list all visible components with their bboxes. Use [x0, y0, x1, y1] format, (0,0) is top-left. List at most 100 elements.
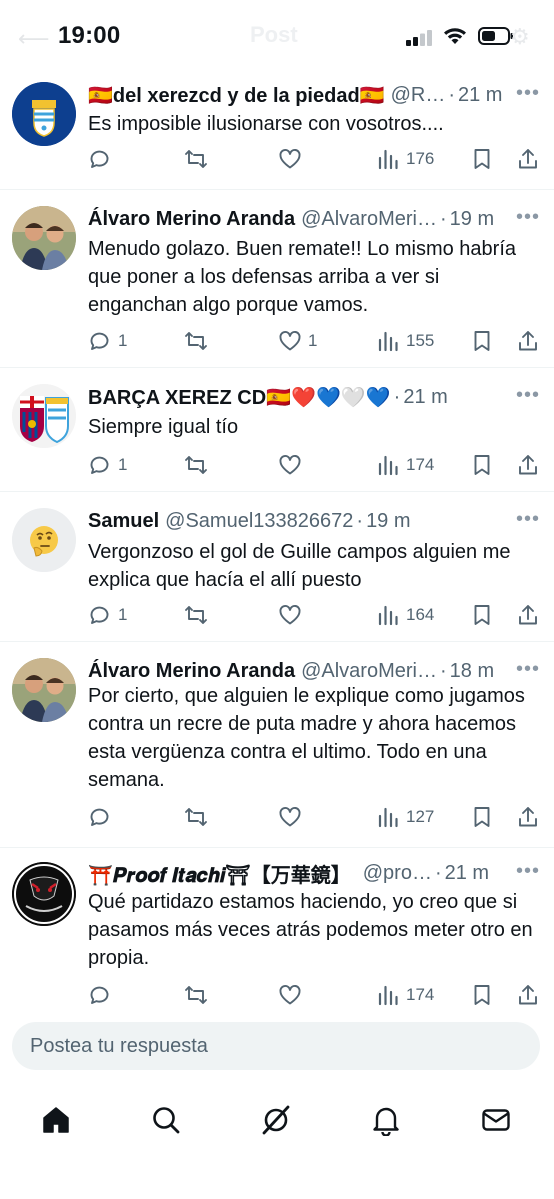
itachi-avatar[interactable]: [12, 862, 76, 926]
views-button[interactable]: 155: [376, 326, 434, 356]
reply-button[interactable]: [88, 802, 118, 832]
separator-dot: ·: [448, 83, 455, 106]
nav-search[interactable]: [146, 1100, 186, 1140]
views-button[interactable]: 164: [376, 600, 434, 630]
more-options-icon[interactable]: •••: [516, 860, 540, 883]
share-button[interactable]: [516, 802, 540, 832]
like-button[interactable]: [278, 600, 308, 630]
nav-notifications[interactable]: [366, 1100, 406, 1140]
separator-dot: ·: [393, 385, 401, 408]
display-name[interactable]: Álvaro Merino Aranda: [88, 660, 295, 683]
heart-icon: [279, 985, 301, 1005]
bookmark-button[interactable]: [470, 450, 494, 480]
tweet[interactable]: Álvaro Merino Aranda @AlvaroMeri… · 19 m…: [0, 190, 554, 368]
handle[interactable]: @AlvaroMeri…: [301, 208, 437, 231]
tweet-actions: 1 164: [88, 600, 542, 630]
timestamp[interactable]: 19 m: [366, 510, 410, 533]
like-button[interactable]: [278, 450, 308, 480]
repost-button[interactable]: [184, 600, 214, 630]
nav-grok[interactable]: [256, 1100, 296, 1140]
tweet-actions: 176: [88, 144, 542, 174]
share-button[interactable]: [516, 980, 540, 1008]
timestamp[interactable]: 21 m: [458, 84, 502, 107]
two-people-photo-avatar[interactable]: [12, 206, 76, 270]
more-options-icon[interactable]: •••: [516, 82, 540, 105]
reply-icon: [90, 606, 109, 624]
tweet-header: Álvaro Merino Aranda @AlvaroMeri… · 19 m: [88, 204, 544, 234]
bookmark-button[interactable]: [470, 600, 494, 630]
share-button[interactable]: [516, 450, 540, 480]
repost-button[interactable]: [184, 802, 214, 832]
nav-messages[interactable]: [476, 1100, 516, 1140]
reply-input[interactable]: [12, 1022, 540, 1070]
reply-icon: [90, 332, 109, 350]
barca-xerez-crest-avatar[interactable]: [12, 384, 76, 448]
bookmark-icon: [474, 807, 490, 827]
bookmark-button[interactable]: [470, 144, 494, 174]
bookmark-button[interactable]: [470, 326, 494, 356]
tweet[interactable]: 🇪🇸del xerezcd y de la piedad🇪🇸 @R… · 21 …: [0, 72, 554, 190]
repost-icon: [185, 986, 207, 1004]
reply-button[interactable]: 1: [88, 450, 127, 480]
display-name[interactable]: 🇪🇸del xerezcd y de la piedad🇪🇸: [88, 83, 385, 108]
reply-button[interactable]: [88, 144, 118, 174]
timestamp[interactable]: 21 m: [403, 386, 447, 409]
heart-icon: [279, 605, 301, 625]
views-button[interactable]: 176: [376, 144, 434, 174]
more-options-icon[interactable]: •••: [516, 384, 540, 407]
share-button[interactable]: [516, 144, 540, 174]
tweet[interactable]: BARÇA XEREZ CD🇪🇸❤️💙🤍💙 · 21 m ••• Siempre…: [0, 368, 554, 492]
timestamp[interactable]: 21 m: [445, 862, 489, 885]
handle[interactable]: @Samuel133826672: [165, 510, 353, 533]
grok-icon: [262, 1105, 290, 1135]
separator-dot: ·: [439, 207, 447, 230]
timestamp[interactable]: 19 m: [450, 208, 494, 231]
tweet[interactable]: ⛩️𝑷𝒓𝒐𝒐𝒇 𝑰𝒕𝒂𝒄𝒉𝒊⛩【万華鏡】 @pro… · 21 m ••• Qu…: [0, 848, 554, 1008]
two-people-photo-avatar[interactable]: [12, 658, 76, 722]
back-arrow-icon[interactable]: ⟵: [18, 26, 50, 52]
reply-button[interactable]: 1: [88, 326, 127, 356]
xerez-crest-avatar[interactable]: [12, 82, 76, 146]
reply-button[interactable]: [88, 980, 118, 1008]
like-button[interactable]: [278, 802, 308, 832]
reply-icon: [90, 456, 109, 474]
timestamp[interactable]: 18 m: [450, 660, 494, 683]
reply-button[interactable]: 1: [88, 600, 127, 630]
display-name[interactable]: Álvaro Merino Aranda: [88, 208, 295, 231]
handle[interactable]: @AlvaroMeri…: [301, 660, 437, 683]
handle[interactable]: @R…: [391, 84, 446, 107]
views-count: 176: [406, 149, 435, 168]
repost-button[interactable]: [184, 450, 214, 480]
like-button[interactable]: [278, 980, 308, 1008]
tweet[interactable]: Samuel @Samuel133826672 · 19 m ••• Vergo…: [0, 492, 554, 642]
tweet-text: Vergonzoso el gol de Guille campos algui…: [88, 541, 511, 591]
bookmark-button[interactable]: [470, 802, 494, 832]
views-button[interactable]: 127: [376, 802, 434, 832]
share-icon: [519, 605, 537, 625]
share-button[interactable]: [516, 600, 540, 630]
display-name[interactable]: BARÇA XEREZ CD🇪🇸❤️💙🤍💙: [88, 385, 391, 410]
repost-button[interactable]: [184, 980, 214, 1008]
thinking-face-avatar[interactable]: [12, 508, 76, 572]
handle[interactable]: @pro…: [363, 862, 432, 885]
like-button[interactable]: [278, 144, 308, 174]
settings-gear-icon[interactable]: ⚙: [510, 24, 530, 50]
nav-home[interactable]: [36, 1100, 76, 1140]
tweet[interactable]: Álvaro Merino Aranda @AlvaroMeri… · 18 m…: [0, 642, 554, 848]
like-button[interactable]: 1: [278, 326, 317, 356]
display-name[interactable]: ⛩️𝑷𝒓𝒐𝒐𝒇 𝑰𝒕𝒂𝒄𝒉𝒊⛩【万華鏡】: [88, 859, 351, 888]
repost-button[interactable]: [184, 144, 214, 174]
share-button[interactable]: [516, 326, 540, 356]
bookmark-button[interactable]: [470, 980, 494, 1008]
more-options-icon[interactable]: •••: [516, 206, 540, 229]
tweet-header: ⛩️𝑷𝒓𝒐𝒐𝒇 𝑰𝒕𝒂𝒄𝒉𝒊⛩【万華鏡】 @pro… · 21 m: [88, 858, 544, 888]
separator-dot: ·: [439, 659, 447, 682]
bookmark-icon: [474, 149, 490, 169]
views-button[interactable]: 174: [376, 450, 434, 480]
repost-button[interactable]: [184, 326, 214, 356]
display-name[interactable]: Samuel: [88, 510, 159, 533]
views-button[interactable]: 174: [376, 980, 434, 1008]
more-options-icon[interactable]: •••: [516, 658, 540, 681]
heart-icon: [279, 807, 301, 827]
more-options-icon[interactable]: •••: [516, 508, 540, 531]
